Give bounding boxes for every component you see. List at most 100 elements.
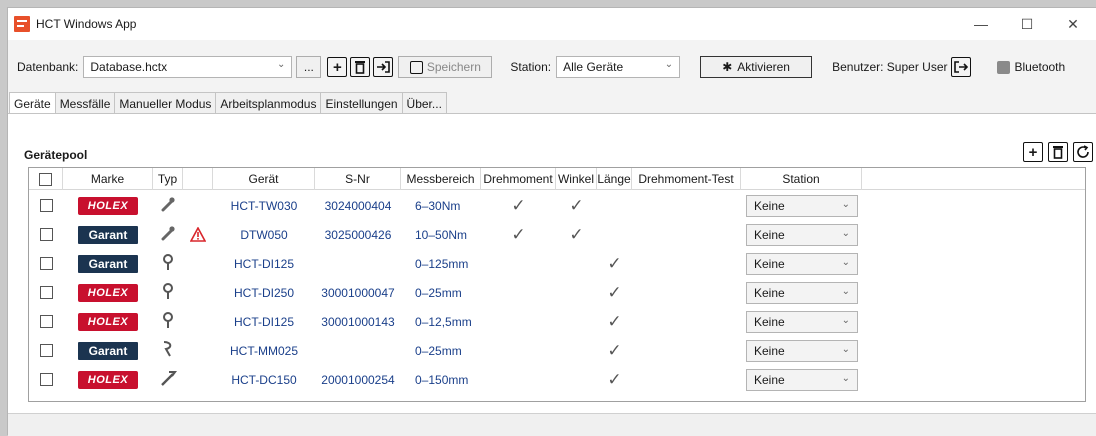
station-select[interactable]: Keine ⌄ bbox=[746, 310, 858, 333]
holex-logo: HOLEX bbox=[78, 196, 138, 215]
station-select-value: Keine bbox=[754, 285, 785, 300]
table-row[interactable]: HOLEX HCT-DC150 20001000254 0–150mm ✓ Ke… bbox=[29, 365, 1085, 394]
window-title: HCT Windows App bbox=[36, 17, 137, 31]
station-select[interactable]: Keine ⌄ bbox=[746, 252, 858, 275]
row-checkbox[interactable] bbox=[39, 344, 53, 357]
station-select-value: Keine bbox=[754, 314, 785, 329]
title-bar: HCT Windows App — ☐ ✕ bbox=[8, 8, 1096, 40]
database-label: Datenbank: bbox=[17, 60, 79, 74]
tab-ueber[interactable]: Über... bbox=[401, 92, 447, 114]
drehmoment-check-icon: ✓ bbox=[511, 224, 526, 244]
header-winkel[interactable]: Winkel bbox=[556, 168, 597, 190]
bluetooth-label: Bluetooth bbox=[1014, 60, 1066, 74]
garant-logo: Garant bbox=[78, 225, 138, 244]
browse-button[interactable]: ... bbox=[296, 56, 322, 78]
drehmoment-check-icon: ✓ bbox=[511, 195, 526, 215]
tab-manueller-modus[interactable]: Manueller Modus bbox=[114, 92, 217, 114]
app-window: HCT Windows App — ☐ ✕ Datenbank: Databas… bbox=[7, 7, 1096, 436]
laenge-check-icon: ✓ bbox=[607, 253, 622, 273]
delete-database-icon[interactable] bbox=[350, 57, 371, 77]
garant-logo: Garant bbox=[78, 254, 138, 273]
add-device-icon[interactable]: + bbox=[1023, 142, 1043, 162]
dial-indicator-icon bbox=[161, 253, 175, 274]
select-all-checkbox[interactable] bbox=[39, 172, 52, 186]
activate-label: Aktivieren bbox=[737, 60, 790, 74]
header-drehmoment-test[interactable]: Drehmoment-Test bbox=[632, 168, 741, 190]
close-button[interactable]: ✕ bbox=[1050, 8, 1096, 40]
table-row[interactable]: HOLEX HCT-DI125 30001000143 0–12,5mm ✓ K… bbox=[29, 307, 1085, 336]
table-row[interactable]: HOLEX HCT-DI250 30001000047 0–25mm ✓ Kei… bbox=[29, 278, 1085, 307]
tab-messfaelle[interactable]: Messfälle bbox=[54, 92, 116, 114]
header-marke[interactable]: Marke bbox=[63, 168, 153, 190]
chevron-down-icon: ⌄ bbox=[841, 314, 850, 326]
device-name: HCT-DC150 bbox=[231, 372, 297, 387]
garant-logo: Garant bbox=[78, 341, 138, 360]
device-name: DTW050 bbox=[240, 227, 288, 242]
bluetooth-checkbox[interactable] bbox=[997, 60, 1011, 74]
laenge-check-icon: ✓ bbox=[607, 282, 622, 302]
table-row[interactable]: Garant HCT-MM025 0–25mm ✓ Keine ⌄ bbox=[29, 336, 1085, 365]
row-checkbox[interactable] bbox=[39, 315, 53, 328]
table-row[interactable]: Garant HCT-DI125 0–125mm ✓ Keine ⌄ bbox=[29, 249, 1085, 278]
warning-icon bbox=[190, 227, 206, 242]
holex-logo: HOLEX bbox=[78, 312, 138, 331]
device-name: HCT-TW030 bbox=[230, 198, 298, 213]
chevron-down-icon: ⌄ bbox=[841, 285, 850, 297]
table-row[interactable]: Garant DTW050 3025000426 10–50Nm ✓ ✓ Kei… bbox=[29, 220, 1085, 249]
refresh-icon[interactable] bbox=[1073, 142, 1093, 162]
station-select[interactable]: Keine ⌄ bbox=[746, 339, 858, 362]
serial-number: 3025000426 bbox=[324, 227, 392, 242]
maximize-button[interactable]: ☐ bbox=[1004, 8, 1050, 40]
minimize-button[interactable]: — bbox=[958, 8, 1004, 40]
import-icon[interactable] bbox=[373, 57, 394, 77]
activate-button[interactable]: ✱ Aktivieren bbox=[700, 56, 813, 78]
chevron-down-icon: ⌄ bbox=[841, 227, 850, 239]
header-snr[interactable]: S-Nr bbox=[315, 168, 401, 190]
database-combo[interactable]: Database.hctx ⌄ bbox=[83, 56, 293, 78]
station-select[interactable]: Keine ⌄ bbox=[746, 368, 858, 391]
station-select[interactable]: Keine ⌄ bbox=[746, 194, 858, 217]
tab-geraete[interactable]: Geräte bbox=[9, 92, 56, 114]
header-geraet[interactable]: Gerät bbox=[213, 168, 315, 190]
header-messbereich[interactable]: Messbereich bbox=[401, 168, 481, 190]
station-select[interactable]: Keine ⌄ bbox=[746, 223, 858, 246]
add-database-icon[interactable]: + bbox=[327, 57, 348, 77]
holex-logo: HOLEX bbox=[78, 370, 138, 389]
station-label: Station: bbox=[510, 60, 552, 74]
header-station[interactable]: Station bbox=[741, 168, 862, 190]
tab-arbeitsplanmodus[interactable]: Arbeitsplanmodus bbox=[215, 92, 322, 114]
header-typ[interactable]: Typ bbox=[153, 168, 183, 190]
chevron-down-icon: ⌄ bbox=[664, 59, 674, 70]
logout-icon[interactable] bbox=[951, 57, 972, 77]
laenge-check-icon: ✓ bbox=[607, 369, 622, 389]
save-button[interactable]: Speichern bbox=[398, 56, 493, 78]
bluetooth-toggle[interactable]: Bluetooth bbox=[997, 60, 1065, 74]
tab-einstellungen[interactable]: Einstellungen bbox=[320, 92, 403, 114]
laenge-check-icon: ✓ bbox=[607, 340, 622, 360]
row-checkbox[interactable] bbox=[39, 199, 53, 212]
laenge-check-icon: ✓ bbox=[607, 311, 622, 331]
delete-device-icon[interactable] bbox=[1048, 142, 1068, 162]
measure-range: 0–12,5mm bbox=[415, 314, 472, 329]
serial-number: 20001000254 bbox=[321, 372, 395, 387]
measure-range: 0–25mm bbox=[415, 343, 462, 358]
row-checkbox[interactable] bbox=[39, 228, 53, 241]
measure-range: 0–150mm bbox=[415, 372, 469, 387]
device-name: HCT-MM025 bbox=[229, 343, 298, 358]
row-checkbox[interactable] bbox=[39, 373, 53, 386]
serial-number: 30001000047 bbox=[321, 285, 395, 300]
station-select[interactable]: Keine ⌄ bbox=[746, 281, 858, 304]
row-checkbox[interactable] bbox=[39, 286, 53, 299]
row-checkbox[interactable] bbox=[39, 257, 53, 270]
winkel-check-icon: ✓ bbox=[569, 195, 584, 215]
dial-indicator-icon bbox=[161, 311, 175, 332]
measure-range: 0–25mm bbox=[415, 285, 462, 300]
device-table: Marke Typ Gerät S-Nr Messbereich Drehmom… bbox=[28, 167, 1086, 402]
header-select-all bbox=[29, 168, 63, 190]
header-drehmoment[interactable]: Drehmoment bbox=[481, 168, 556, 190]
table-row[interactable]: HOLEX HCT-TW030 3024000404 6–30Nm ✓ ✓ Ke… bbox=[29, 191, 1085, 220]
station-select-value: Keine bbox=[754, 227, 785, 242]
station-select-value: Keine bbox=[754, 256, 785, 271]
station-combo[interactable]: Alle Geräte ⌄ bbox=[556, 56, 681, 78]
header-laenge[interactable]: Länge bbox=[597, 168, 632, 190]
